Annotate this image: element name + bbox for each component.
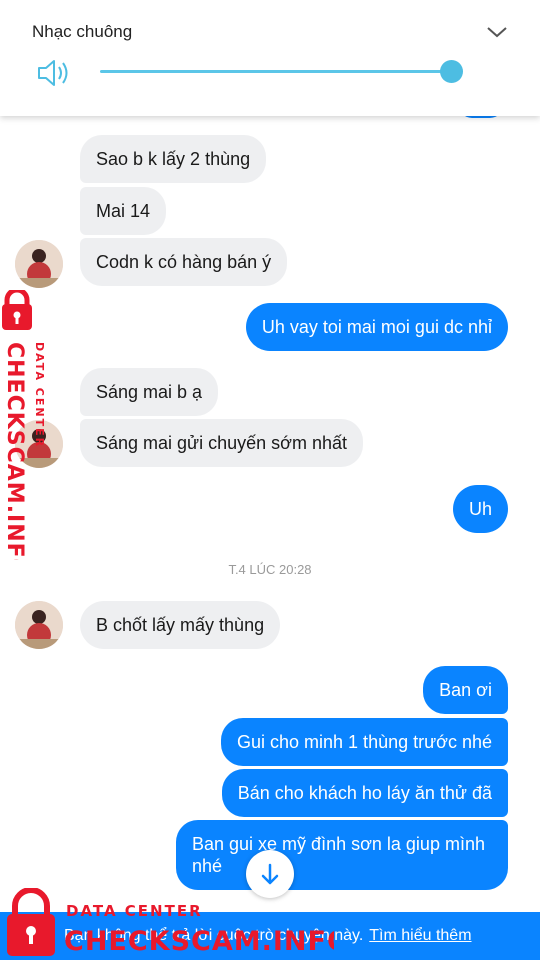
message-outgoing[interactable]: Ban gui xe mỹ đình sơn la giup mình nhé — [176, 820, 508, 890]
speaker-icon[interactable] — [36, 58, 72, 88]
message-incoming[interactable]: Sáng mai b ạ — [80, 368, 219, 416]
watermark-side: CHECKSCAM.INFO DATA CENTER — [2, 290, 46, 560]
message-outgoing[interactable]: Ban ơi — [423, 666, 508, 714]
watermark-line1: DATA CENTER — [33, 342, 46, 448]
message-incoming[interactable]: Sao b k lấy 2 thùng — [80, 135, 267, 183]
watermark-line1: DATA CENTER — [66, 902, 203, 920]
message-outgoing[interactable]: Bán cho khách ho láy ăn thử đã — [221, 769, 508, 817]
message-incoming[interactable]: Sáng mai gửi chuyến sớm nhất — [80, 419, 363, 467]
contact-avatar[interactable] — [15, 601, 63, 649]
volume-panel-title: Nhạc chuông — [32, 22, 133, 41]
volume-panel: Nhạc chuông — [0, 0, 540, 116]
volume-slider-track[interactable] — [100, 70, 452, 73]
learn-more-link[interactable]: Tìm hiểu thêm — [369, 927, 471, 944]
message-outgoing[interactable]: Uh — [452, 485, 508, 533]
message-incoming[interactable]: Codn k có hàng bán ý — [80, 238, 288, 286]
contact-avatar[interactable] — [15, 240, 63, 288]
volume-slider-thumb[interactable] — [439, 60, 463, 83]
message-incoming[interactable]: B chốt lấy mấy thùng — [80, 601, 281, 649]
chat-thread[interactable]: Sao b k lấy 2 thùng Mai 14 Codn k có hàn… — [0, 0, 540, 960]
watermark-line2: CHECKSCAM.INFO — [64, 926, 334, 957]
message-outgoing[interactable]: Uh vay toi mai moi gui dc nhỉ — [245, 303, 508, 351]
message-outgoing[interactable]: Gui cho minh 1 thùng trước nhé — [221, 718, 508, 766]
watermark-line2: CHECKSCAM.INFO — [2, 342, 27, 560]
watermark-bottom: DATA CENTER CHECKSCAM.INFO — [7, 888, 334, 957]
message-incoming[interactable]: Mai 14 — [80, 187, 167, 235]
chevron-down-icon[interactable] — [486, 24, 508, 40]
message-timestamp: T.4 LÚC 20:28 — [228, 562, 312, 577]
